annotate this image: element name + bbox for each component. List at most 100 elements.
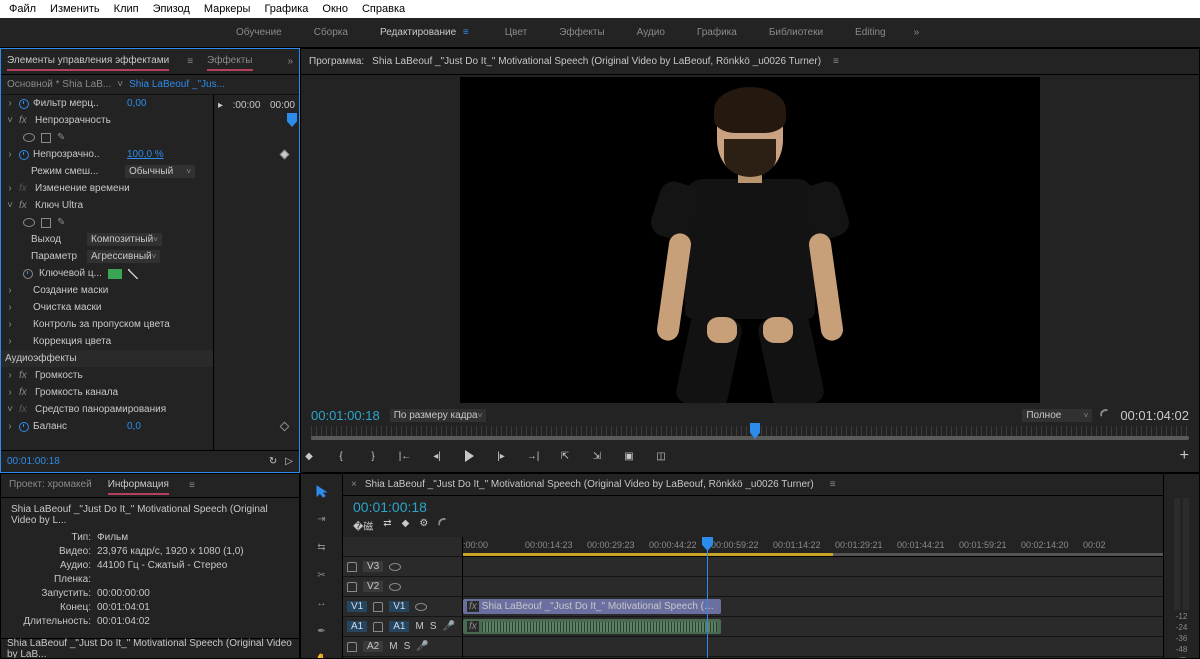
workspace-editing-ru[interactable]: Редактирование ≡: [364, 18, 489, 47]
fx-badge-icon[interactable]: fx: [19, 404, 31, 415]
panel-overflow-icon[interactable]: »: [287, 56, 293, 67]
export-frame-icon[interactable]: ▣: [621, 448, 637, 464]
solo-icon[interactable]: S: [430, 621, 437, 632]
fx-badge-icon[interactable]: fx: [19, 115, 31, 126]
settings-icon[interactable]: [1100, 409, 1112, 421]
linked-selection-icon[interactable]: ⇄: [383, 518, 391, 533]
eye-icon[interactable]: [389, 583, 401, 591]
razor-tool-icon[interactable]: ✂: [313, 566, 331, 584]
key-color-swatch[interactable]: [108, 269, 122, 279]
program-timecode[interactable]: 00:01:00:18: [311, 408, 380, 423]
blend-mode-dropdown[interactable]: Обычный: [125, 165, 195, 178]
collapse-icon[interactable]: ˅: [5, 404, 15, 415]
opacity-value[interactable]: 100,0 %: [127, 149, 164, 160]
fx-badge-icon[interactable]: fx: [19, 183, 31, 194]
expand-icon[interactable]: ›: [5, 285, 15, 296]
panel-menu-icon[interactable]: ≡: [833, 56, 839, 67]
workspace-libraries[interactable]: Библиотеки: [753, 18, 839, 47]
tab-effects[interactable]: Эффекты: [207, 55, 252, 68]
selection-tool-icon[interactable]: [313, 482, 331, 500]
voice-over-icon[interactable]: 🎤: [416, 641, 428, 652]
mask-ellipse-icon[interactable]: [23, 133, 35, 142]
expand-icon[interactable]: ›: [5, 149, 15, 160]
mark-out-icon[interactable]: }: [365, 448, 381, 464]
mask-pen-icon[interactable]: ✎: [57, 132, 65, 143]
timeline-ruler[interactable]: :00:0000:00:14:2300:00:29:2300:00:44:220…: [463, 537, 1163, 557]
audio-clip[interactable]: fx: [463, 619, 721, 634]
menu-file[interactable]: Файл: [4, 2, 41, 16]
program-monitor-viewport[interactable]: [301, 75, 1199, 404]
source-a1[interactable]: A1: [347, 621, 367, 632]
collapse-icon[interactable]: ˅: [5, 200, 15, 211]
source-clip-label[interactable]: Shia LaBeouf _"Jus...: [129, 79, 225, 90]
hand-tool-icon[interactable]: ✋: [313, 650, 331, 659]
loop-playback-icon[interactable]: ↻: [269, 456, 277, 467]
menu-edit[interactable]: Изменить: [45, 2, 105, 16]
eyedropper-icon[interactable]: [128, 269, 138, 279]
lock-icon[interactable]: [347, 642, 357, 652]
workspace-editing-en[interactable]: Editing: [839, 18, 902, 47]
eye-icon[interactable]: [415, 603, 427, 611]
mask-rect-icon[interactable]: [41, 133, 51, 143]
balance-value[interactable]: 0,0: [127, 421, 141, 432]
track-a2[interactable]: A2: [363, 641, 383, 652]
play-only-icon[interactable]: ▷: [285, 456, 293, 467]
eye-icon[interactable]: [389, 563, 401, 571]
comparison-view-icon[interactable]: ◫: [653, 448, 669, 464]
workspace-overflow-icon[interactable]: »: [902, 27, 932, 38]
expand-icon[interactable]: ›: [5, 319, 15, 330]
workspace-color[interactable]: Цвет: [489, 18, 543, 47]
mask-pen-icon[interactable]: ✎: [57, 217, 65, 228]
expand-icon[interactable]: ›: [5, 336, 15, 347]
go-to-out-icon[interactable]: →|: [525, 448, 541, 464]
effect-keyframe-ruler[interactable]: ▸ :00:00 00:00: [213, 95, 299, 450]
work-area-rendered[interactable]: [463, 553, 833, 556]
timeline-track-area[interactable]: :00:0000:00:14:2300:00:29:2300:00:44:220…: [463, 537, 1163, 659]
track-select-tool-icon[interactable]: ⇥: [313, 510, 331, 528]
slip-tool-icon[interactable]: ↔: [313, 594, 331, 612]
mini-playhead-icon[interactable]: [287, 113, 297, 127]
panel-menu-icon[interactable]: ≡: [187, 56, 193, 67]
track-v2[interactable]: V2: [363, 581, 383, 592]
panel-menu-icon[interactable]: ≡: [830, 479, 836, 490]
output-dropdown[interactable]: Композитный: [87, 233, 162, 246]
mask-ellipse-icon[interactable]: [23, 218, 35, 227]
menu-sequence[interactable]: Эпизод: [148, 2, 195, 16]
add-marker-icon[interactable]: ◆: [301, 448, 317, 464]
track-v3[interactable]: V3: [363, 561, 383, 572]
workspace-audio[interactable]: Аудио: [621, 18, 681, 47]
snap-icon[interactable]: �磁: [353, 518, 373, 533]
video-clip[interactable]: fxShia LaBeouf _"Just Do It_" Motivation…: [463, 599, 721, 614]
track-lane-v1[interactable]: fxShia LaBeouf _"Just Do It_" Motivation…: [463, 597, 1163, 617]
effect-controls-timecode[interactable]: 00:01:00:18: [7, 456, 60, 467]
wrench-icon[interactable]: [438, 518, 450, 530]
tab-effect-controls[interactable]: Элементы управления эффектами: [7, 55, 169, 68]
menu-markers[interactable]: Маркеры: [199, 2, 256, 16]
workspace-graphics[interactable]: Графика: [681, 18, 753, 47]
pen-tool-icon[interactable]: ✒: [313, 622, 331, 640]
timeline-sequence-name[interactable]: Shia LaBeouf _"Just Do It_" Motivational…: [365, 479, 814, 490]
expand-icon[interactable]: ›: [5, 387, 15, 398]
button-editor-icon[interactable]: +: [1180, 447, 1189, 465]
expand-icon[interactable]: ›: [5, 421, 15, 432]
expand-icon[interactable]: ›: [5, 302, 15, 313]
stopwatch-icon[interactable]: [19, 99, 29, 109]
expand-icon[interactable]: ›: [5, 183, 15, 194]
mark-in-icon[interactable]: {: [333, 448, 349, 464]
stopwatch-icon[interactable]: [19, 150, 29, 160]
fx-badge-icon[interactable]: fx: [19, 200, 31, 211]
expand-icon[interactable]: ›: [5, 98, 15, 109]
workspace-assembly[interactable]: Сборка: [298, 18, 364, 47]
workspace-menu-icon[interactable]: ≡: [456, 27, 473, 38]
timeline-settings-icon[interactable]: ⚙: [419, 518, 428, 533]
workspace-effects[interactable]: Эффекты: [543, 18, 620, 47]
menu-help[interactable]: Справка: [357, 2, 410, 16]
flicker-value[interactable]: 0,00: [127, 98, 146, 109]
ripple-edit-tool-icon[interactable]: ⇆: [313, 538, 331, 556]
extract-icon[interactable]: ⇲: [589, 448, 605, 464]
menu-graphics[interactable]: Графика: [259, 2, 313, 16]
mask-rect-icon[interactable]: [41, 218, 51, 228]
setting-dropdown[interactable]: Агрессивный: [87, 250, 160, 263]
mute-icon[interactable]: M: [389, 641, 397, 652]
tab-info[interactable]: Информация: [108, 479, 169, 492]
